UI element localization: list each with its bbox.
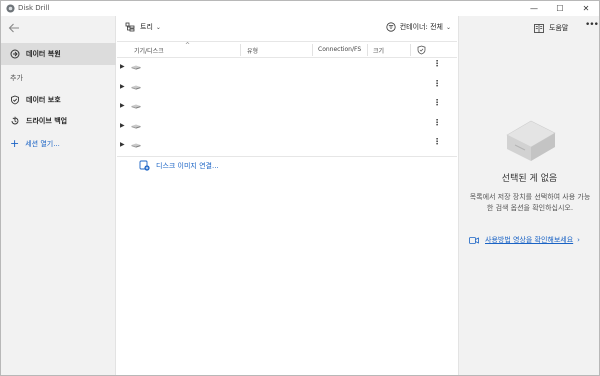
empty-state-title: 선택된 게 없음	[501, 174, 558, 184]
backup-icon	[10, 116, 20, 126]
back-arrow-icon[interactable]	[7, 22, 21, 34]
plus-icon: +	[10, 137, 20, 150]
sidebar: 데이터 복원 추가 데이터 보호 드라이브 백업 + 세션 열기...	[1, 16, 116, 375]
sidebar-item-data-recovery[interactable]: 데이터 복원	[1, 43, 116, 65]
chevron-right-icon: ›	[577, 236, 580, 244]
container-filter-dropdown[interactable]: 컨테이너: 전체 ⌄	[386, 22, 451, 32]
tree-view-icon	[125, 22, 135, 32]
disk-icon	[131, 85, 141, 90]
maximize-button[interactable]: ☐	[547, 1, 573, 16]
details-panel: 도움말 ••• 선택된 게 없음 목록에서 저장 장치를 선택하여 사용 가능한…	[458, 16, 599, 375]
open-session-link[interactable]: + 세션 열기...	[10, 137, 60, 150]
more-options-icon[interactable]: •••	[585, 20, 599, 30]
row-menu-icon[interactable]: ⋮	[433, 79, 441, 87]
table-row[interactable]: ▶ ⋮	[117, 97, 457, 117]
row-menu-icon[interactable]: ⋮	[433, 138, 441, 146]
app-window: Disk Drill — ☐ ✕ 데이터 복원 추가 데이터 보호 드라이브 백…	[0, 0, 600, 376]
column-divider[interactable]	[367, 44, 368, 56]
row-menu-icon[interactable]: ⋮	[433, 99, 441, 107]
table-row[interactable]: ▶ ⋮	[117, 58, 457, 78]
sidebar-item-drive-backup[interactable]: 드라이브 백업	[1, 110, 116, 132]
open-session-label: 세션 열기...	[25, 140, 60, 148]
sidebar-item-label: 데이터 복원	[26, 50, 61, 58]
book-icon	[534, 23, 544, 33]
expand-arrow-icon[interactable]: ▶	[120, 141, 125, 148]
disk-drill-logo-icon	[6, 4, 15, 13]
hard-drive-illustration	[506, 120, 556, 161]
disk-image-icon	[139, 160, 150, 171]
help-button[interactable]: 도움말	[534, 23, 568, 33]
column-divider[interactable]	[410, 44, 411, 56]
protection-shield-icon	[417, 45, 426, 55]
expand-arrow-icon[interactable]: ▶	[120, 83, 125, 90]
main-toolbar: 트리 ⌄ 컨테이너: 전체 ⌄	[117, 16, 457, 41]
empty-state-description: 목록에서 저장 장치를 선택하여 사용 가능한 검색 옵션을 확인하십시오.	[469, 193, 591, 212]
table-row[interactable]: ▶ ⋮	[117, 117, 457, 137]
close-icon: ✕	[582, 4, 590, 13]
sidebar-item-data-protection[interactable]: 데이터 보호	[1, 89, 116, 111]
video-camera-icon	[469, 236, 479, 244]
device-list: ▶ ⋮ ▶ ⋮ ▶ ⋮ ▶ ⋮ ▶ ⋮	[117, 58, 457, 156]
expand-arrow-icon[interactable]: ▶	[120, 122, 125, 129]
attach-disk-image-link[interactable]: 디스크 이미지 연결...	[139, 160, 219, 171]
expand-arrow-icon[interactable]: ▶	[120, 63, 125, 70]
maximize-icon: ☐	[556, 4, 564, 13]
help-label: 도움말	[549, 24, 569, 32]
section-label-extra: 추가	[10, 74, 23, 82]
title-bar: Disk Drill — ☐ ✕	[1, 1, 599, 16]
chevron-down-icon: ⌄	[155, 23, 161, 31]
sidebar-item-label: 드라이브 백업	[26, 117, 68, 125]
view-mode-dropdown[interactable]: 트리 ⌄	[125, 22, 161, 32]
disk-icon	[131, 143, 141, 148]
disk-icon	[131, 124, 141, 129]
minimize-icon: —	[530, 4, 538, 13]
column-header-device[interactable]: 기기/디스크	[134, 46, 164, 55]
view-mode-label: 트리	[140, 23, 153, 31]
window-title: Disk Drill	[18, 4, 50, 12]
row-menu-icon[interactable]: ⋮	[433, 60, 441, 68]
disk-icon	[131, 104, 141, 109]
filter-icon	[386, 22, 396, 32]
shield-icon	[10, 95, 20, 105]
sidebar-item-label: 데이터 보호	[26, 96, 61, 104]
table-row[interactable]: ▶ ⋮	[117, 78, 457, 98]
sort-ascending-icon: ^	[185, 42, 191, 49]
column-header-type[interactable]: 유형	[247, 46, 258, 55]
disk-icon	[131, 65, 141, 70]
list-divider	[117, 156, 457, 157]
table-row[interactable]: ▶ ⋮	[117, 136, 457, 156]
row-menu-icon[interactable]: ⋮	[433, 118, 441, 126]
column-header-size[interactable]: 크기	[373, 46, 384, 55]
column-divider[interactable]	[312, 44, 313, 56]
howto-video-link[interactable]: 사용방법 영상을 확인해보세요 ›	[469, 235, 580, 245]
container-filter-label: 컨테이너: 전체	[399, 23, 443, 31]
close-button[interactable]: ✕	[573, 1, 599, 16]
expand-arrow-icon[interactable]: ▶	[120, 102, 125, 109]
howto-video-label: 사용방법 영상을 확인해보세요	[485, 236, 574, 244]
chevron-down-icon: ⌄	[445, 23, 451, 31]
minimize-button[interactable]: —	[521, 1, 547, 16]
column-divider[interactable]	[240, 44, 241, 56]
attach-disk-image-label: 디스크 이미지 연결...	[156, 161, 219, 170]
recovery-icon	[10, 49, 20, 59]
table-header: 기기/디스크 ^ 유형 Connection/FS 크기	[117, 41, 457, 58]
column-header-connection[interactable]: Connection/FS	[318, 46, 361, 53]
